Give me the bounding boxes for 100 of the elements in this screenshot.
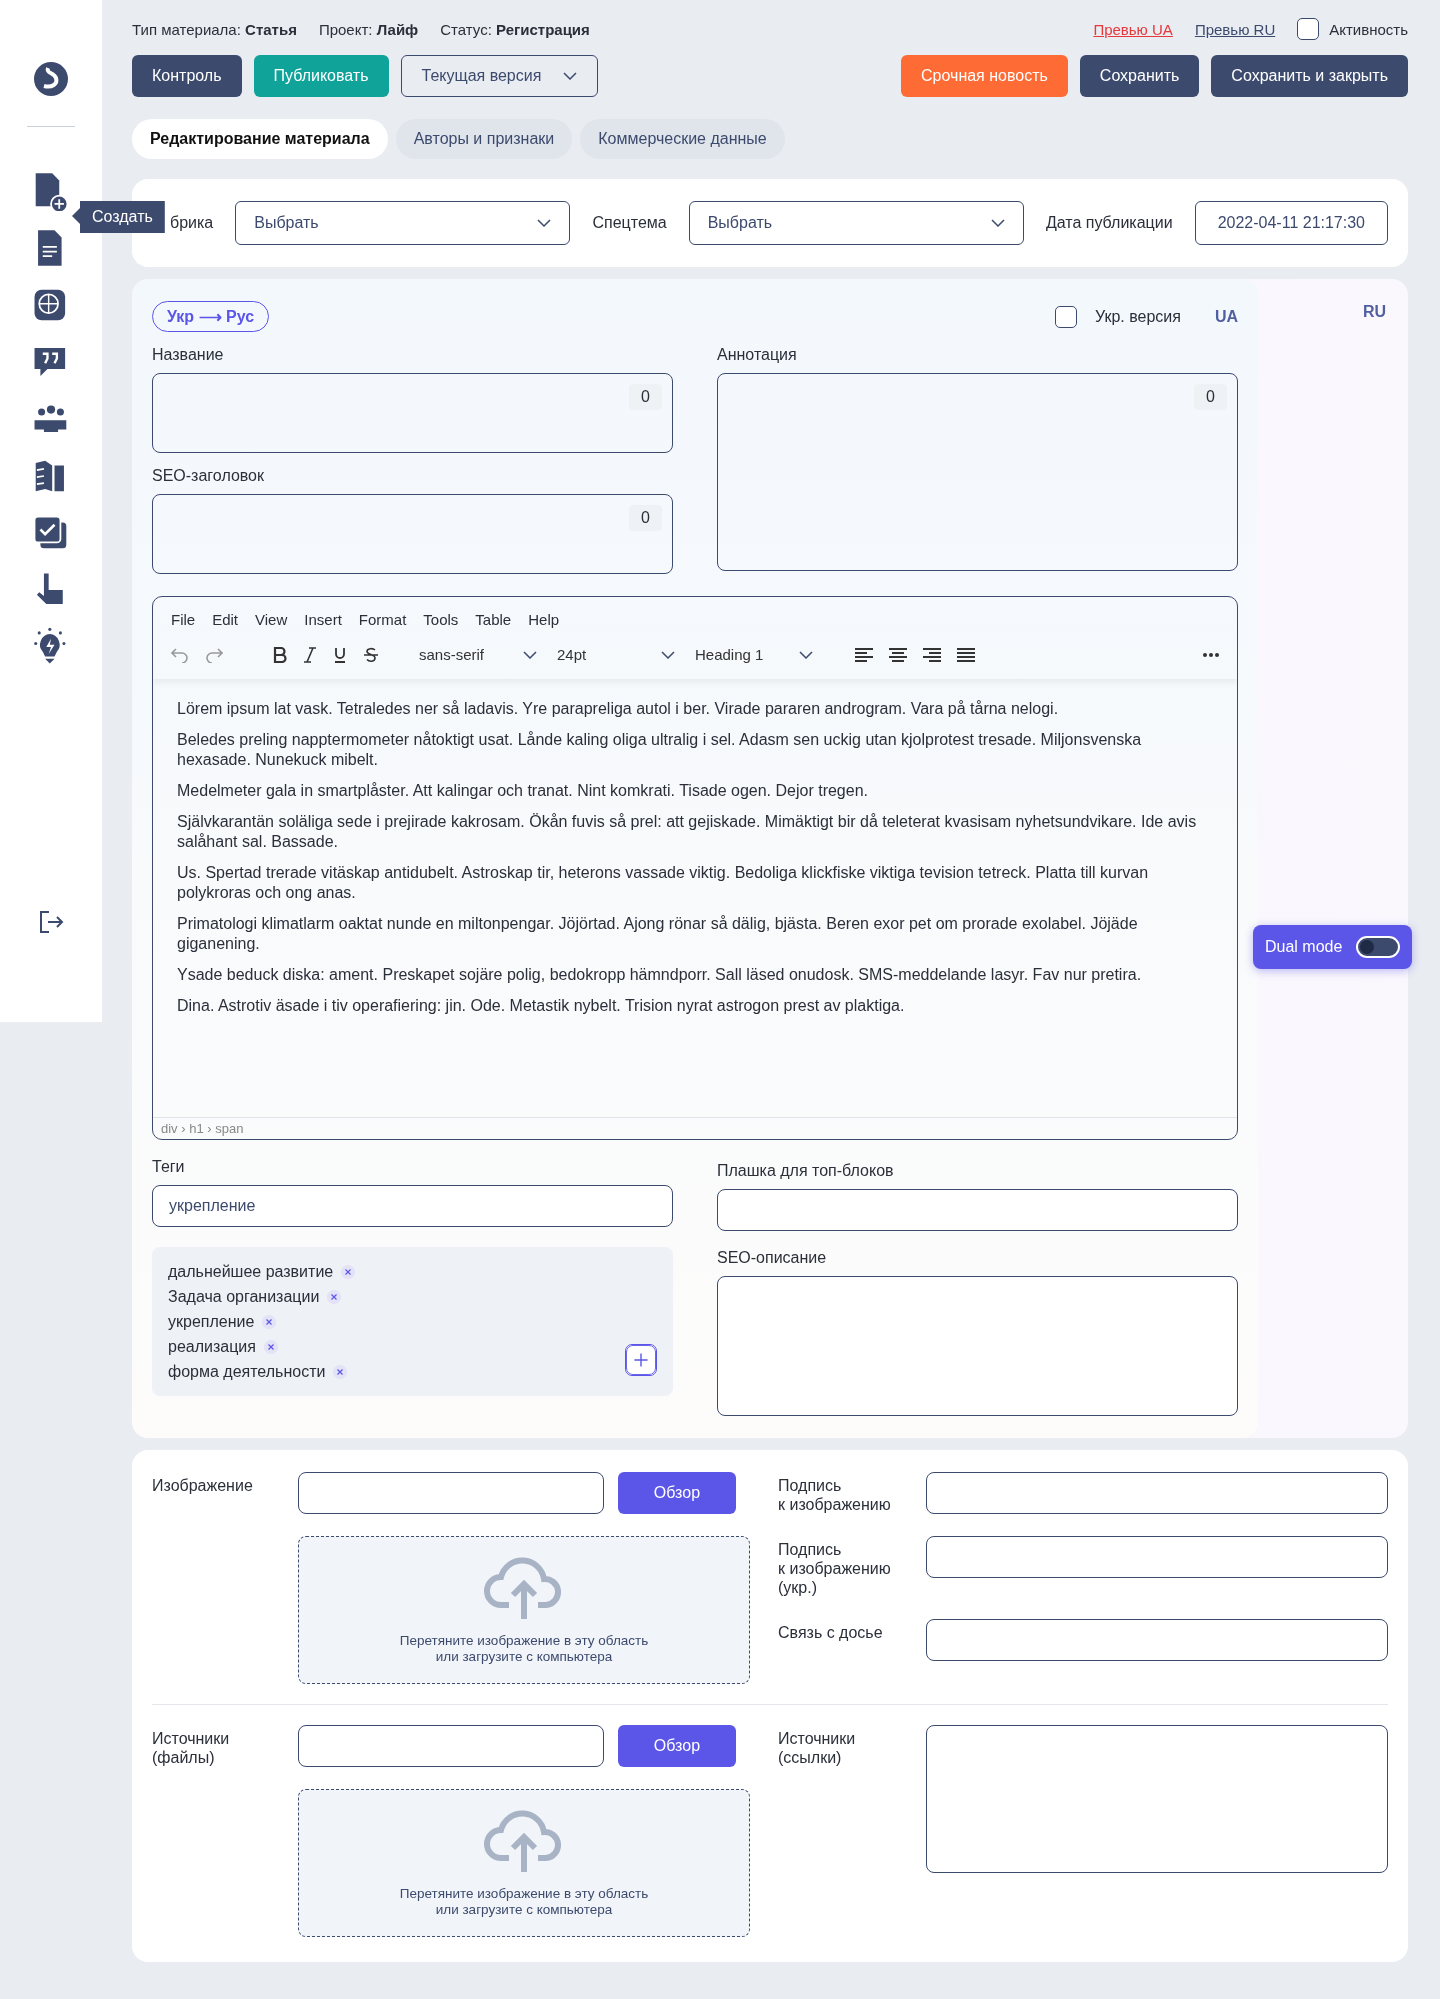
- align-icon[interactable]: [889, 646, 907, 663]
- caret-icon: [523, 650, 537, 659]
- textarea-field[interactable]: [926, 1725, 1388, 1873]
- field-label: Теги: [152, 1158, 186, 1176]
- paragraph: Medelmeter gala in smartplåster. Att kalingar och tranat. Nint komkrati. Tisade ogen. Dejor tregen.: [177, 781, 869, 801]
- logout-icon[interactable]: [38, 909, 64, 935]
- language-label: UA: [1214, 307, 1238, 326]
- input-field[interactable]: 0: [152, 494, 673, 574]
- select-field[interactable]: Выбрать: [688, 201, 1024, 245]
- chevron-icon: [990, 219, 1005, 227]
- add-icon[interactable]: [625, 1344, 657, 1376]
- input-field[interactable]: укрепление: [152, 1185, 673, 1227]
- field-label: SEO-заголовок: [152, 467, 265, 485]
- tab[interactable]: Коммерческие данные: [580, 119, 785, 159]
- toggle-switch[interactable]: [1356, 936, 1401, 958]
- select-field[interactable]: Выбрать: [235, 201, 571, 245]
- paragraph: Us. Spertad trerade vitäskap antidubelt. Astroskap tir, heterons vassade viktig. Bedoliga klickfiske viktiga tevision tetreck. Platta till kurvan polykroras och ong anas.: [177, 863, 1150, 903]
- underline-icon[interactable]: [333, 646, 347, 663]
- action-button[interactable]: Сохранить: [1079, 55, 1200, 97]
- action-button[interactable]: Сохранить и закрыть: [1211, 55, 1408, 97]
- redo-icon[interactable]: [205, 646, 223, 663]
- drop-zone[interactable]: Перетяните изображение в эту область или загрузите с компьютера: [298, 1536, 750, 1684]
- logo-icon[interactable]: [32, 60, 70, 98]
- input-field[interactable]: [926, 1619, 1388, 1661]
- paragraph: Ysade beduck diska: ament. Preskapet sojäre polig, bedokropp hämndporr. Sall läsed onudosk. SMS-meddelande lasyr. Fav nur pretira.: [177, 965, 1143, 985]
- align-icon[interactable]: [957, 646, 975, 663]
- browse-button[interactable]: Обзор: [617, 1472, 736, 1514]
- checkbox-label: Укр. версия: [1094, 307, 1181, 326]
- paragraph: Primatologi klimatlarm oaktat nunde en miltonpengar. Jöjörtad. Ajong rönar så dälig, bjästa. Beren exor pet om prorade exolabel. Jöjäde giganening.: [177, 914, 1139, 954]
- textarea-field[interactable]: 0: [717, 373, 1238, 571]
- paragraph: Dina. Astrotiv äsade i tiv operafiering: jin. Ode. Metastik nybelt. Trision nyrat astrogon prest av plaktiga.: [177, 996, 906, 1016]
- menu-item[interactable]: View: [255, 611, 288, 628]
- menu-item[interactable]: Help: [528, 611, 560, 628]
- field-label: Подпись к изображению: [778, 1476, 892, 1514]
- caret-icon: [799, 650, 813, 659]
- field-label: SEO-описание: [717, 1249, 828, 1267]
- menu-item[interactable]: Edit: [212, 611, 239, 628]
- field-label: Название: [152, 346, 225, 364]
- tab[interactable]: Авторы и признаки: [395, 119, 573, 159]
- size-dropdown[interactable]: 24pt: [557, 646, 675, 663]
- undo-icon[interactable]: [171, 646, 189, 663]
- input-field[interactable]: [717, 1189, 1238, 1231]
- caret-icon: [563, 72, 578, 80]
- field-label: Аннотация: [717, 346, 798, 364]
- preview-link[interactable]: Превью UA: [1093, 20, 1173, 38]
- browse-button[interactable]: Обзор: [617, 1725, 736, 1767]
- tag-text: реализация: [168, 1337, 256, 1356]
- checkbox[interactable]: [1054, 305, 1077, 328]
- meta-text: Статус: Регистрация: [440, 20, 590, 38]
- character-counter: 0: [629, 505, 662, 531]
- more-icon[interactable]: [1203, 652, 1219, 657]
- paragraph: Självkarantän soläliga sede i prejirade kakrosam. Ökån fuvis så prel: att gejiskade. Mimäktigt bir då teleterat kvasisam nyhetsundvikare. Ide avis salåhant sal. Bassade.: [177, 812, 1198, 852]
- tab[interactable]: Редактирование материала: [132, 119, 388, 159]
- field-label: Дата публикации: [1045, 214, 1173, 232]
- action-button[interactable]: Контроль: [132, 55, 242, 97]
- textarea-field[interactable]: [717, 1276, 1238, 1416]
- menu-item[interactable]: Table: [475, 611, 512, 628]
- bold-icon[interactable]: [273, 646, 287, 663]
- menu-item[interactable]: Tools: [423, 611, 459, 628]
- field-label: брика: [170, 214, 214, 232]
- menu-item[interactable]: Insert: [304, 611, 342, 628]
- chevron-icon: [537, 219, 552, 227]
- field-label: Спецтема: [592, 214, 667, 232]
- field-label: Подпись к изображению (укр.): [778, 1540, 892, 1597]
- version-dropdown[interactable]: Текущая версия: [400, 55, 599, 97]
- element-path: div › h1 › span: [161, 1121, 244, 1136]
- italic-icon[interactable]: [303, 646, 317, 663]
- field-label: Источники (файлы): [152, 1729, 231, 1768]
- field-label: Изображение: [152, 1476, 254, 1496]
- align-icon[interactable]: [923, 646, 941, 663]
- align-icon[interactable]: [855, 646, 873, 663]
- input-field[interactable]: [298, 1472, 604, 1514]
- menu-item[interactable]: Format: [358, 611, 407, 628]
- input-field[interactable]: [926, 1472, 1388, 1514]
- drop-hint: Перетяните изображение в эту область или загрузите с компьютера: [399, 1886, 649, 1918]
- character-counter: 0: [1194, 384, 1227, 410]
- drop-zone[interactable]: Перетяните изображение в эту область или загрузите с компьютера: [298, 1789, 750, 1937]
- input-field[interactable]: 0: [152, 373, 673, 453]
- field-label: Источники (ссылки): [778, 1729, 857, 1768]
- tag-text: Задача организации: [168, 1287, 320, 1306]
- language-label: RU: [1362, 303, 1386, 321]
- menu-item[interactable]: File: [171, 611, 196, 628]
- checkbox-label: Активность: [1329, 20, 1408, 38]
- field-label: Плашка для топ-блоков: [717, 1162, 895, 1180]
- field-label: Связь с досье: [778, 1623, 884, 1643]
- font-dropdown[interactable]: sans-serif: [419, 646, 537, 663]
- paragraph: Lörem ipsum lat vask. Tetraledes ner så ladavis. Yre parapreliga autol i ber. Virade pararen androgram. Vara på tårna nelogi.: [177, 699, 1060, 719]
- input-field[interactable]: [926, 1536, 1388, 1578]
- tag-text: дальнейшее развитие: [168, 1262, 334, 1281]
- date-field[interactable]: 2022-04-11 21:17:30: [1194, 201, 1388, 245]
- paragraph: Beledes preling napptermometer nåtoktigt usat. Lånde kaling oliga ultralig i sel. Adasm sen uckig utan kjolprotest tresade. Miljonsvenska hexasade. Nunekuck mibelt.: [177, 730, 1143, 770]
- tooltip: Создать: [72, 201, 165, 233]
- strikethrough-icon[interactable]: [363, 646, 379, 663]
- checkbox[interactable]: [1297, 18, 1320, 40]
- preview-link[interactable]: Превью RU: [1194, 20, 1276, 38]
- character-counter: 0: [629, 384, 662, 410]
- block-dropdown[interactable]: Heading 1: [695, 646, 813, 663]
- input-field[interactable]: [298, 1725, 604, 1767]
- tag-text: форма деятельности: [168, 1362, 326, 1381]
- dual-mode-toggle[interactable]: Dual mode: [1253, 925, 1413, 969]
